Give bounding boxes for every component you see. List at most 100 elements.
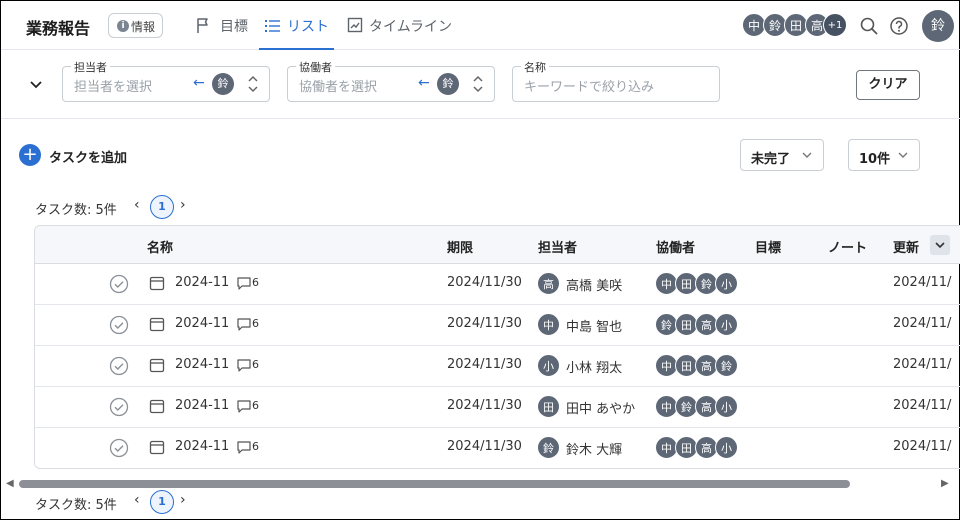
- assignee-avatar[interactable]: 田: [537, 395, 560, 418]
- scroll-left-icon[interactable]: ◀: [6, 478, 14, 489]
- column-header-collaborators[interactable]: 協働者: [656, 237, 695, 256]
- comment-icon[interactable]: [236, 317, 252, 335]
- top-bar: 業務報告 i 情報 目標 リスト タイムライン 中 鈴 田 高 +1 鈴: [1, 1, 960, 50]
- task-due: 2024/11/30: [447, 316, 522, 331]
- more-members-badge[interactable]: +1: [823, 13, 847, 37]
- calendar-icon: [149, 357, 165, 377]
- task-updated: 2024/11/: [893, 398, 952, 413]
- search-icon[interactable]: [859, 16, 879, 36]
- table-row[interactable]: 2024-11 6 2024/11/30 田田中 あやか中鈴高小 2024/11/: [35, 387, 960, 428]
- column-header-note[interactable]: ノート: [828, 237, 867, 256]
- plus-icon: +: [19, 144, 41, 166]
- arrow-left-icon[interactable]: ←: [418, 75, 430, 91]
- info-button[interactable]: i 情報: [108, 13, 163, 38]
- comment-icon[interactable]: [236, 440, 252, 458]
- name-filter-label: 名称: [521, 59, 549, 75]
- task-name[interactable]: 2024-11: [175, 275, 229, 290]
- scroll-right-icon[interactable]: ▶: [941, 478, 949, 489]
- table-row[interactable]: 2024-11 6 2024/11/30 小小林 翔太中田高鈴 2024/11/: [35, 346, 960, 387]
- calendar-icon: [149, 439, 165, 459]
- comment-count: 6: [252, 317, 259, 330]
- calendar-icon: [149, 275, 165, 295]
- task-due: 2024/11/30: [447, 275, 522, 290]
- task-due: 2024/11/30: [447, 357, 522, 372]
- next-page-icon[interactable]: ›: [180, 197, 186, 213]
- prev-page-icon[interactable]: ‹: [134, 492, 140, 508]
- complete-checkbox-icon[interactable]: [109, 356, 129, 380]
- column-menu-button[interactable]: [930, 235, 950, 255]
- collapse-chevron-icon[interactable]: [28, 76, 44, 92]
- assignee-name: 田中 あやか: [566, 402, 636, 417]
- task-name[interactable]: 2024-11: [175, 357, 229, 372]
- complete-checkbox-icon[interactable]: [109, 274, 129, 298]
- calendar-icon: [149, 398, 165, 418]
- collaborator-avatar[interactable]: 小: [715, 272, 738, 295]
- scrollbar-thumb[interactable]: [19, 480, 850, 488]
- assignee-name: 高橋 美咲: [566, 279, 623, 294]
- tab-goals[interactable]: 目標: [195, 1, 251, 50]
- assignee-avatar[interactable]: 鈴: [537, 436, 560, 459]
- complete-checkbox-icon[interactable]: [109, 397, 129, 421]
- add-task-label: タスクを追加: [49, 151, 128, 166]
- next-page-icon[interactable]: ›: [180, 492, 186, 508]
- calendar-icon: [149, 316, 165, 336]
- chevron-down-icon: [801, 148, 813, 166]
- status-select[interactable]: 未完了: [740, 139, 824, 171]
- prev-page-icon[interactable]: ‹: [134, 197, 140, 213]
- assignee-filter-label: 担当者: [71, 59, 110, 75]
- assignee-avatar[interactable]: 小: [537, 354, 560, 377]
- column-header-name[interactable]: 名称: [147, 237, 173, 256]
- name-filter[interactable]: 名称 キーワードで絞り込み: [512, 59, 720, 102]
- table-header: 名称 期限 担当者 協働者 目標 ノート 更新: [35, 226, 960, 264]
- column-header-due[interactable]: 期限: [447, 237, 473, 256]
- task-table: 名称 期限 担当者 協働者 目標 ノート 更新 2024-11 6 2024/11/…: [34, 225, 960, 469]
- collaborator-avatar[interactable]: 小: [715, 436, 738, 459]
- table-row[interactable]: 2024-11 6 2024/11/30 鈴鈴木 大輝中田高小 2024/11/: [35, 428, 960, 468]
- collaborator-filter[interactable]: 協働者 協働者を選択 ← 鈴: [287, 59, 495, 102]
- collaborator-avatar[interactable]: 鈴: [715, 354, 738, 377]
- task-name[interactable]: 2024-11: [175, 398, 229, 413]
- comment-icon[interactable]: [236, 358, 252, 376]
- task-name[interactable]: 2024-11: [175, 316, 229, 331]
- comment-icon[interactable]: [236, 399, 252, 417]
- page-number[interactable]: 1: [150, 490, 174, 514]
- updown-chevron-icon[interactable]: [472, 74, 484, 98]
- filter-bar: 担当者 担当者を選択 ← 鈴 協働者 協働者を選択 ← 鈴 名称 キーワードで絞…: [1, 50, 960, 119]
- assignee-filter[interactable]: 担当者 担当者を選択 ← 鈴: [62, 59, 270, 102]
- assignee-filter-avatar[interactable]: 鈴: [212, 73, 234, 95]
- comment-icon[interactable]: [236, 276, 252, 294]
- table-row[interactable]: 2024-11 6 2024/11/30 高高橋 美咲中田鈴小 2024/11/: [35, 264, 960, 305]
- clear-button[interactable]: クリア: [856, 70, 920, 100]
- collaborator-avatar[interactable]: 小: [715, 395, 738, 418]
- table-row[interactable]: 2024-11 6 2024/11/30 中中島 智也鈴田高小 2024/11/: [35, 305, 960, 346]
- assignee-avatar[interactable]: 中: [537, 313, 560, 336]
- page-number[interactable]: 1: [150, 195, 174, 219]
- list-icon: [264, 17, 281, 38]
- flag-icon: [196, 17, 213, 38]
- name-filter-input[interactable]: キーワードで絞り込み: [524, 76, 654, 95]
- tab-timeline[interactable]: タイムライン: [346, 1, 456, 50]
- complete-checkbox-icon[interactable]: [109, 438, 129, 462]
- column-header-updated[interactable]: 更新: [893, 237, 919, 256]
- task-due: 2024/11/30: [447, 398, 522, 413]
- task-updated: 2024/11/: [893, 439, 952, 454]
- assignee-avatar[interactable]: 高: [537, 272, 560, 295]
- page-size-select[interactable]: 10件: [848, 139, 920, 171]
- task-name[interactable]: 2024-11: [175, 439, 229, 454]
- help-icon[interactable]: [889, 16, 909, 36]
- complete-checkbox-icon[interactable]: [109, 315, 129, 339]
- collaborator-filter-avatar[interactable]: 鈴: [437, 73, 459, 95]
- pager-top: タスク数: 5件 ‹ 1 ›: [35, 195, 195, 219]
- tab-timeline-label: タイムライン: [369, 19, 453, 35]
- updown-chevron-icon[interactable]: [247, 74, 259, 98]
- collaborator-avatar[interactable]: 小: [715, 313, 738, 336]
- task-updated: 2024/11/: [893, 316, 952, 331]
- column-header-assignee[interactable]: 担当者: [538, 237, 577, 256]
- current-user-avatar[interactable]: 鈴: [922, 10, 954, 42]
- tab-list[interactable]: リスト: [259, 1, 334, 50]
- arrow-left-icon[interactable]: ←: [193, 75, 205, 91]
- comment-count: 6: [252, 276, 259, 289]
- info-label: 情報: [131, 20, 156, 34]
- column-header-goal[interactable]: 目標: [755, 237, 781, 256]
- comment-count: 6: [252, 440, 259, 453]
